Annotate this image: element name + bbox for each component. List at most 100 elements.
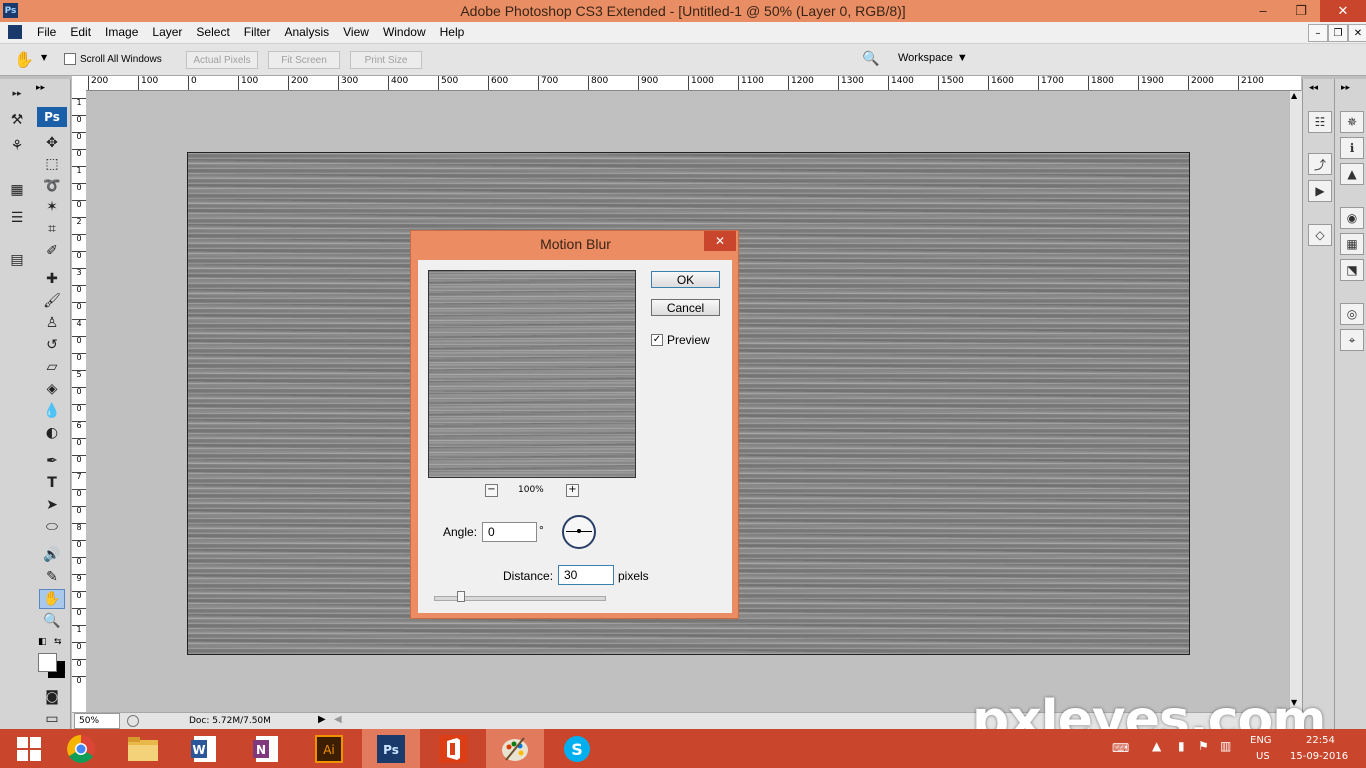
character-icon[interactable]: ▦ (6, 179, 28, 201)
ellipse-tool-icon[interactable]: ⬭ (39, 517, 65, 537)
status-info-icon[interactable] (127, 715, 139, 727)
zoom-out-button[interactable]: − (485, 484, 498, 497)
scroll-up-icon[interactable]: ▲ (1291, 91, 1297, 100)
dodge-tool-icon[interactable]: ◐ (39, 423, 65, 443)
info-panel-icon[interactable]: ℹ (1340, 137, 1364, 159)
foreground-color-swatch[interactable] (38, 653, 57, 672)
history-brush-tool-icon[interactable]: ↺ (39, 335, 65, 355)
audio-annotation-tool-icon[interactable]: 🔊 (39, 545, 65, 565)
menu-window[interactable]: Window (376, 25, 433, 39)
flag-icon[interactable]: ⚑ (1198, 739, 1209, 753)
taskbar-paint[interactable] (486, 729, 544, 768)
distance-slider-thumb[interactable] (457, 591, 465, 602)
lasso-tool-icon[interactable]: ➰ (39, 176, 65, 196)
filter-preview[interactable] (428, 270, 636, 478)
type-tool-icon[interactable]: T (39, 473, 65, 493)
restore-button[interactable]: ❐ (1282, 0, 1320, 22)
navigator-wheel-icon[interactable]: ✵ (1340, 111, 1364, 133)
quick-mask-icon[interactable]: ◙ (39, 687, 65, 707)
clock-time[interactable]: 22:54 (1306, 735, 1335, 746)
expand-dock-icon[interactable]: ◂◂ (1309, 83, 1318, 93)
menu-help[interactable]: Help (433, 25, 472, 39)
taskbar-onenote[interactable]: N (238, 729, 296, 768)
doc-close-button[interactable]: ✕ (1348, 24, 1366, 42)
cancel-button[interactable]: Cancel (651, 299, 720, 316)
menu-select[interactable]: Select (189, 25, 236, 39)
styles-panel-icon[interactable]: ⬔ (1340, 259, 1364, 281)
fit-screen-button[interactable]: Fit Screen (268, 51, 340, 69)
path-selection-tool-icon[interactable]: ➤ (39, 495, 65, 515)
screen-mode-icon[interactable]: ▭ (39, 709, 65, 729)
hand-tool-icon[interactable]: ✋ (39, 589, 65, 609)
paragraph-icon[interactable]: ☰ (6, 207, 28, 229)
pen-tool-icon[interactable]: ✒ (39, 451, 65, 471)
brush-tool-icon[interactable]: 🖌 (39, 291, 65, 311)
taskbar-skype[interactable]: S (548, 729, 606, 768)
channels-panel-icon[interactable]: ◎ (1340, 303, 1364, 325)
magic-wand-tool-icon[interactable]: ✶ (39, 197, 65, 217)
battery-icon[interactable]: ▮ (1178, 739, 1185, 753)
scroll-all-windows-checkbox[interactable] (64, 53, 76, 65)
start-button[interactable] (0, 729, 58, 768)
menu-file[interactable]: File (30, 25, 63, 39)
clock-date[interactable]: 15-09-2016 (1290, 751, 1348, 762)
expand-dock-icon[interactable]: ▸▸ (1341, 83, 1350, 93)
zoom-in-button[interactable]: + (566, 484, 579, 497)
tool-presets-icon[interactable]: ⚒ (6, 109, 28, 131)
doc-restore-button[interactable]: ❐ (1328, 24, 1348, 42)
menu-image[interactable]: Image (98, 25, 145, 39)
network-icon[interactable]: ▥ (1220, 739, 1231, 753)
chevron-down-icon[interactable]: ▼ (41, 53, 47, 62)
history-panel-icon[interactable]: ⤴ (1308, 153, 1332, 175)
actual-pixels-button[interactable]: Actual Pixels (186, 51, 258, 69)
menu-layer[interactable]: Layer (145, 25, 189, 39)
paths-panel-icon[interactable]: ⌖ (1340, 329, 1364, 351)
eraser-tool-icon[interactable]: ▱ (39, 357, 65, 377)
navigator-panel-icon[interactable]: ☷ (1308, 111, 1332, 133)
notes-icon[interactable]: ▤ (6, 249, 28, 271)
menu-filter[interactable]: Filter (237, 25, 278, 39)
ruler-origin[interactable] (72, 76, 87, 91)
workspace-menu[interactable]: Workspace ▼ (898, 52, 968, 64)
ok-button[interactable]: OK (651, 271, 720, 288)
layers-panel-icon[interactable]: ◇ (1308, 224, 1332, 246)
eyedropper-tool-icon[interactable]: ✎ (39, 567, 65, 587)
default-colors-icon[interactable]: ◧ (38, 637, 47, 647)
crop-tool-icon[interactable]: ⌗ (39, 219, 65, 239)
move-tool-icon[interactable]: ✥ (39, 133, 65, 153)
minimize-button[interactable]: ‒ (1244, 0, 1282, 22)
expand-panels-icon[interactable]: ▸▸ (6, 83, 28, 105)
color-panel-icon[interactable]: ◉ (1340, 207, 1364, 229)
blur-tool-icon[interactable]: 💧 (39, 401, 65, 421)
zoom-level-field[interactable]: 50% (74, 713, 120, 729)
taskbar-file-explorer[interactable] (114, 729, 172, 768)
collapse-toolbox-icon[interactable]: ▸▸ (36, 83, 45, 93)
swap-colors-icon[interactable]: ⇆ (54, 637, 62, 647)
swatches-panel-icon[interactable]: ▦ (1340, 233, 1364, 255)
brushes-icon[interactable]: ⚘ (6, 135, 28, 157)
marquee-tool-icon[interactable]: ⬚ (39, 154, 65, 174)
taskbar-word[interactable]: W (176, 729, 234, 768)
taskbar-photoshop[interactable]: Ps (362, 729, 420, 768)
vertical-scrollbar[interactable]: ▲ ▼ (1289, 91, 1302, 712)
input-language[interactable]: ENG (1250, 735, 1272, 746)
bridge-icon[interactable]: 🔍 (862, 51, 879, 67)
taskbar-office[interactable] (424, 729, 482, 768)
menu-view[interactable]: View (336, 25, 376, 39)
paint-bucket-tool-icon[interactable]: ◈ (39, 379, 65, 399)
document-icon[interactable] (8, 25, 22, 39)
menu-analysis[interactable]: Analysis (277, 25, 336, 39)
distance-input[interactable]: 30 (558, 565, 614, 585)
scroll-left-icon[interactable]: ◀ (334, 714, 342, 725)
healing-brush-tool-icon[interactable]: ✚ (39, 269, 65, 289)
hand-tool-preset-icon[interactable]: ✋ (14, 50, 34, 69)
status-menu-arrow-icon[interactable]: ▶ (318, 714, 326, 725)
actions-panel-icon[interactable]: ▶ (1308, 180, 1332, 202)
angle-dial[interactable] (562, 515, 596, 549)
clone-stamp-tool-icon[interactable]: ♙ (39, 313, 65, 333)
photoshop-logo[interactable]: Ps (37, 107, 67, 127)
preview-checkbox[interactable]: ✓ (651, 334, 663, 346)
taskbar-illustrator[interactable]: Ai (300, 729, 358, 768)
angle-input[interactable]: 0 (482, 522, 537, 542)
menu-edit[interactable]: Edit (63, 25, 98, 39)
